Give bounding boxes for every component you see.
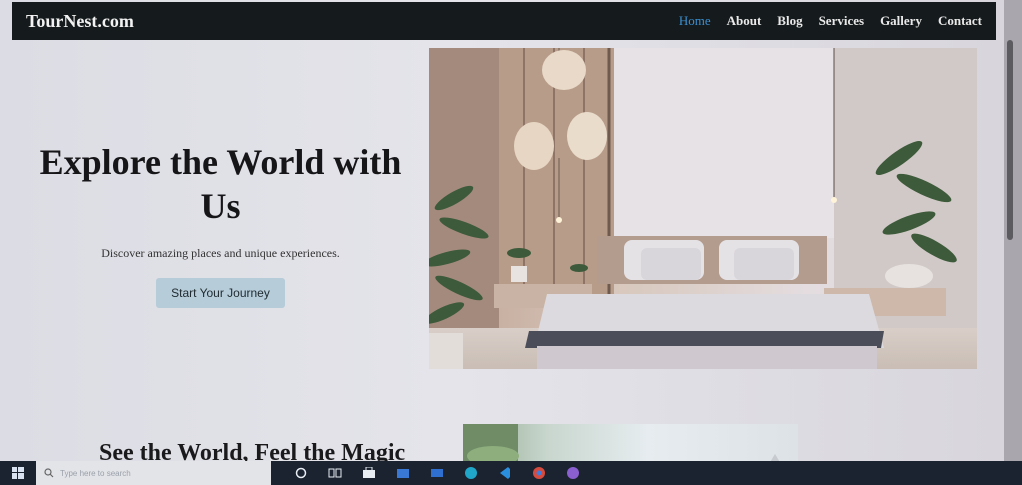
start-journey-button[interactable]: Start Your Journey [156,278,285,308]
app-icon[interactable] [563,464,583,482]
store-icon[interactable] [359,464,379,482]
nav-gallery[interactable]: Gallery [880,13,922,29]
nav-about[interactable]: About [727,13,762,29]
cortana-icon[interactable] [291,464,311,482]
mail-icon[interactable] [427,464,447,482]
start-button[interactable] [0,461,36,485]
taskbar-search[interactable]: Type here to search [36,461,271,485]
hero-text: Explore the World with Us Discover amazi… [18,140,423,308]
hero-bedroom-image [429,48,977,369]
windows-logo-icon [12,467,24,479]
vscode-icon[interactable] [495,464,515,482]
nav-services[interactable]: Services [819,13,864,29]
hero-title: Explore the World with Us [39,142,402,226]
task-view-icon[interactable] [325,464,345,482]
search-icon [44,468,54,478]
nav-blog[interactable]: Blog [777,13,802,29]
browser-viewport: TourNest.com Home About Blog Services Ga… [0,0,1004,485]
windows-taskbar: Type here to search [0,461,1022,485]
scrollbar-thumb[interactable] [1007,40,1013,240]
search-placeholder: Type here to search [60,468,131,478]
chrome-icon[interactable] [529,464,549,482]
brand-logo[interactable]: TourNest.com [26,11,134,32]
nav-links: Home About Blog Services Gallery Contact [679,13,982,29]
file-explorer-icon[interactable] [393,464,413,482]
hero-subtitle: Discover amazing places and unique exper… [101,246,340,260]
taskbar-apps [291,464,583,482]
bedroom-illustration [429,48,977,369]
nav-contact[interactable]: Contact [938,13,982,29]
top-navbar: TourNest.com Home About Blog Services Ga… [12,2,996,40]
edge-icon[interactable] [461,464,481,482]
nav-home[interactable]: Home [679,13,711,29]
